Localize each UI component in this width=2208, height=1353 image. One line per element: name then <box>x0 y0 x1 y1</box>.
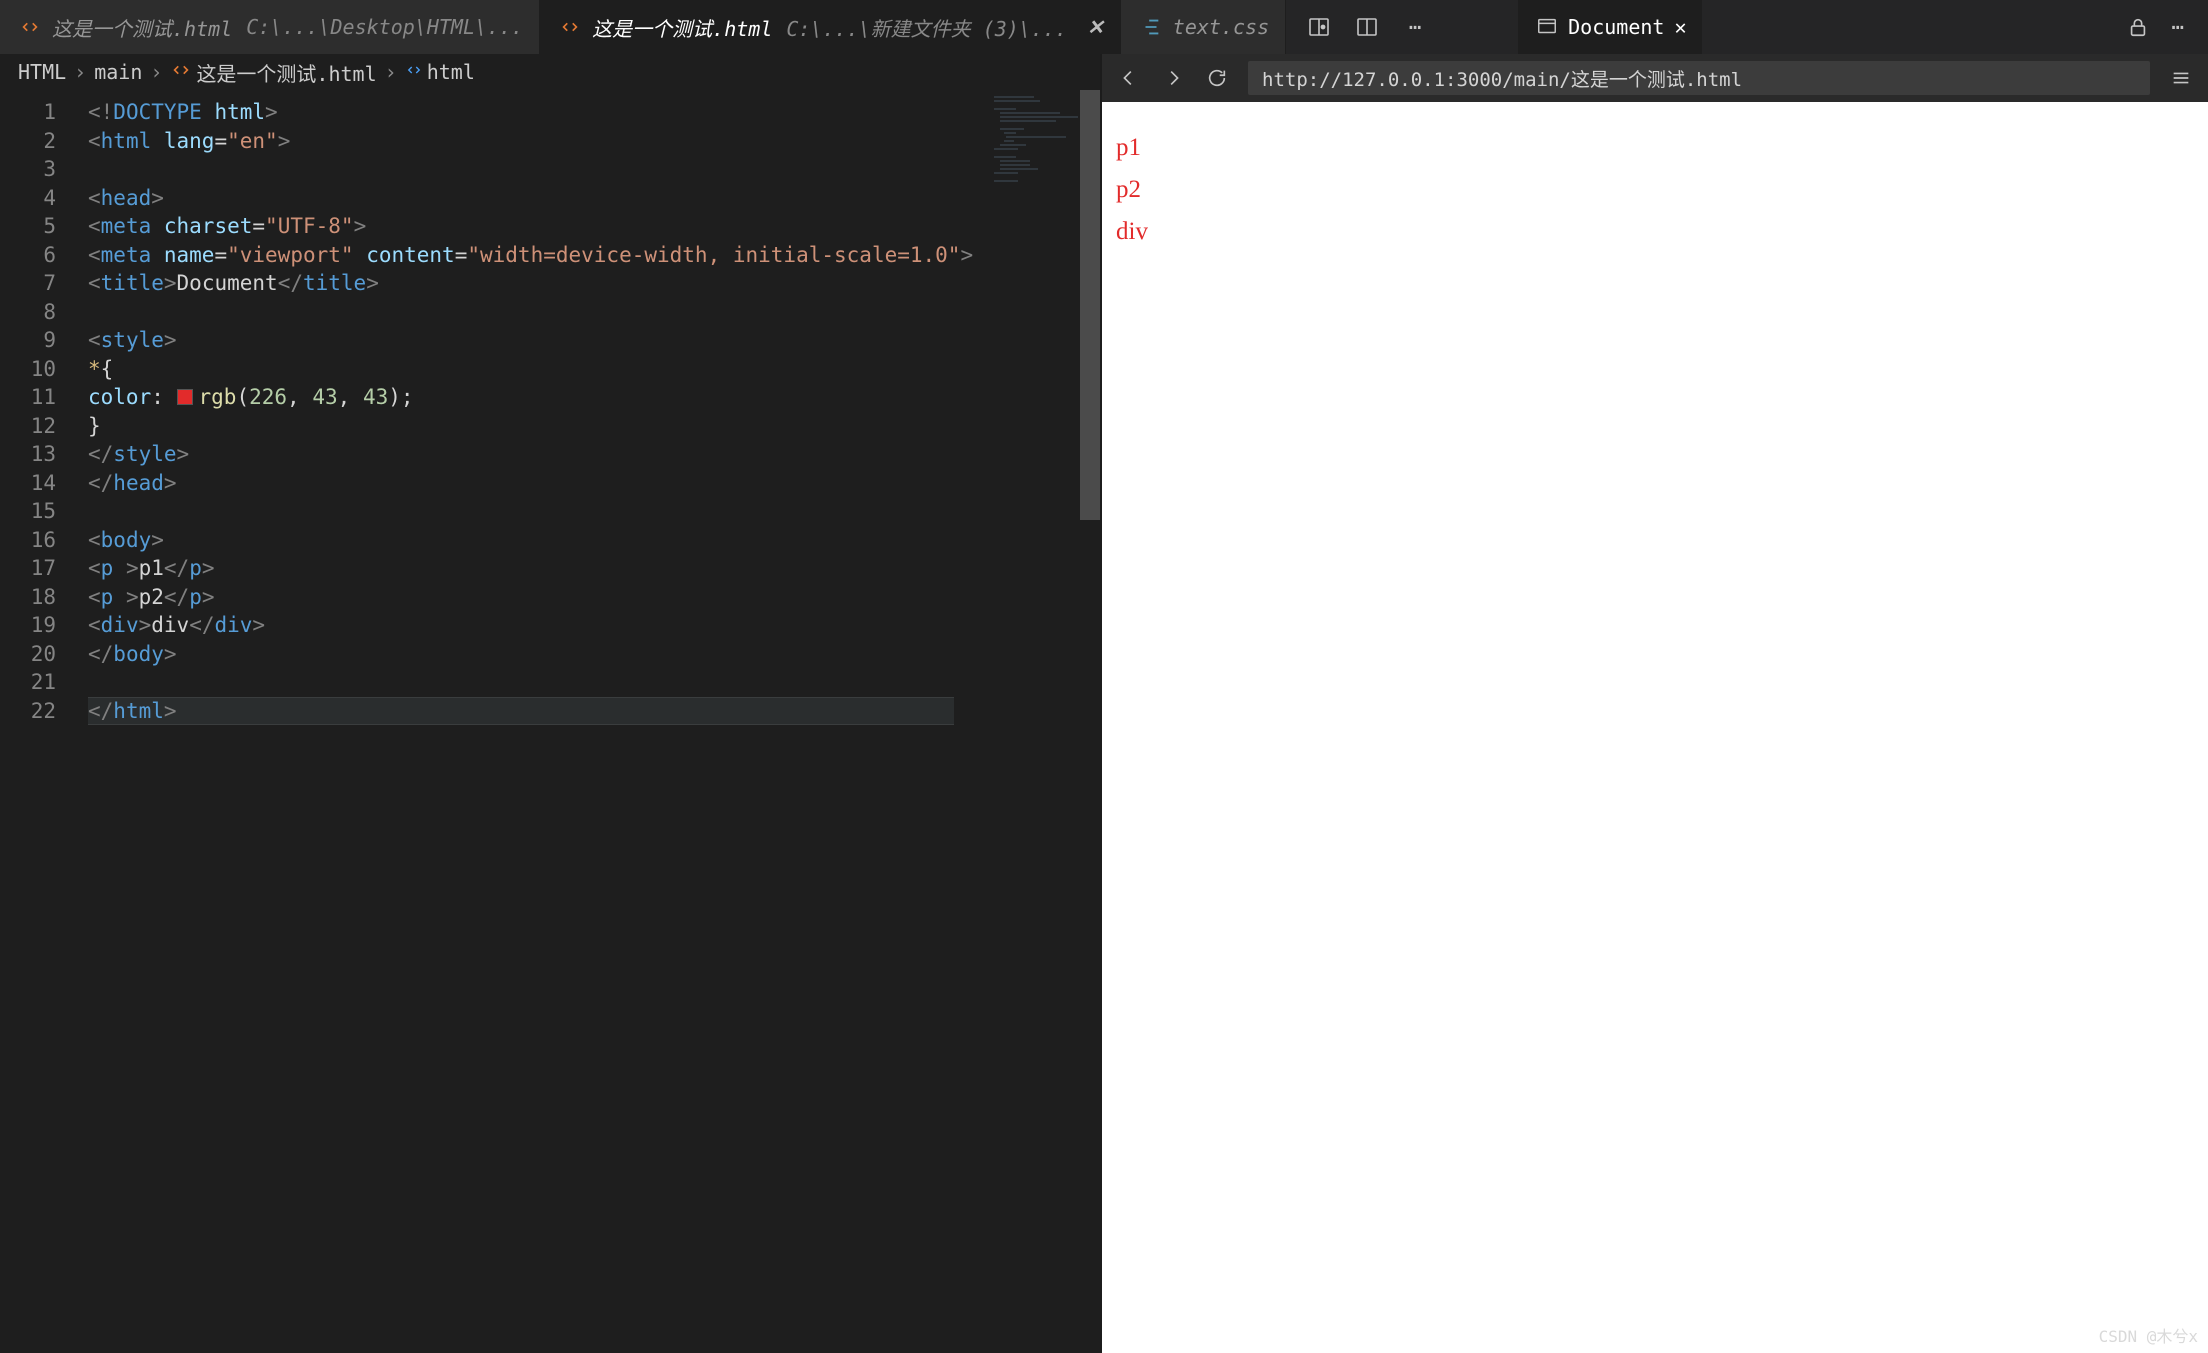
file-html-icon <box>18 16 42 38</box>
tab-path: C:\...\新建文件夹 (3)\... <box>786 13 1067 42</box>
readonly-lock-icon[interactable] <box>2127 16 2149 38</box>
tab-path: C:\...\Desktop\HTML\... <box>246 15 523 39</box>
code-line[interactable]: <body> <box>88 526 984 555</box>
code-line[interactable]: *{ <box>88 355 984 384</box>
code-line[interactable]: } <box>88 412 984 441</box>
breadcrumb-item[interactable]: HTML <box>18 60 66 84</box>
more-icon[interactable]: ⋯ <box>2171 15 2184 39</box>
forward-icon[interactable] <box>1160 67 1186 89</box>
line-numbers: 12345678910111213141516171819202122 <box>0 90 74 1353</box>
html-icon <box>170 59 192 81</box>
address-bar[interactable]: http://127.0.0.1:3000/main/这是一个测试.html <box>1248 61 2150 95</box>
back-icon[interactable] <box>1116 67 1142 89</box>
code-line[interactable]: <meta charset="UTF-8"> <box>88 212 984 241</box>
editor-tab[interactable]: 这是一个测试.html C:\...\Desktop\HTML\... <box>0 0 540 54</box>
preview-panel: http://127.0.0.1:3000/main/这是一个测试.html p… <box>1100 54 2208 1353</box>
split-editor-icon[interactable] <box>1354 14 1380 40</box>
tag-icon <box>405 61 423 79</box>
watermark: CSDN @木兮x <box>2099 1323 2198 1347</box>
code-line[interactable] <box>88 497 984 526</box>
chevron-right-icon: › <box>74 60 86 84</box>
editor-actions: ⋯ <box>1286 0 1448 54</box>
preview-page: p1 p2 div <box>1102 102 2208 1353</box>
tab-bar: 这是一个测试.htmlC:\...\Desktop\HTML\...这是一个测试… <box>0 0 2208 54</box>
preview-tab[interactable]: Document ✕ <box>1518 0 1702 54</box>
editor-tab[interactable]: text.css <box>1121 0 1286 54</box>
editor-panel: HTML › main › 这是一个测试.html › html 1234567891011… <box>0 54 1100 1353</box>
code-line[interactable]: <div>div</div> <box>88 611 984 640</box>
preview-nav: http://127.0.0.1:3000/main/这是一个测试.html <box>1102 54 2208 102</box>
split-preview-icon[interactable] <box>1306 14 1332 40</box>
file-css-icon <box>1139 16 1163 38</box>
code-line[interactable]: <title>Document</title> <box>88 269 984 298</box>
tab-label: text.css <box>1173 15 1269 39</box>
code-line[interactable]: <!DOCTYPE html> <box>88 98 984 127</box>
address-bar-text: http://127.0.0.1:3000/main/这是一个测试.html <box>1262 65 1742 92</box>
code-line[interactable] <box>88 155 984 184</box>
code-line[interactable]: <p >p1</p> <box>88 554 984 583</box>
code-line[interactable]: </style> <box>88 440 984 469</box>
breadcrumb: HTML › main › 这是一个测试.html › html <box>0 54 1100 90</box>
minimap[interactable] <box>984 90 1080 1353</box>
more-actions-icon[interactable]: ⋯ <box>1402 14 1428 40</box>
reload-icon[interactable] <box>1204 67 1230 89</box>
code-line[interactable]: <meta name="viewport" content="width=dev… <box>88 241 984 270</box>
color-swatch-icon <box>177 389 193 405</box>
breadcrumb-item[interactable]: 这是一个测试.html <box>170 58 376 87</box>
tab-label: 这是一个测试.html <box>52 13 232 42</box>
code-line[interactable]: <html lang="en"> <box>88 127 984 156</box>
close-icon[interactable]: ✕ <box>1674 15 1686 39</box>
chevron-right-icon: › <box>150 60 162 84</box>
code-line[interactable] <box>88 668 984 697</box>
code-line[interactable]: </head> <box>88 469 984 498</box>
chevron-right-icon: › <box>385 60 397 84</box>
code-line[interactable]: <style> <box>88 326 984 355</box>
code-line[interactable] <box>88 298 984 327</box>
preview-tab-label: Document <box>1568 15 1664 39</box>
breadcrumb-item[interactable]: html <box>405 60 475 84</box>
code-line[interactable]: </html> <box>88 697 954 726</box>
tab-label: 这是一个测试.html <box>592 13 772 42</box>
close-icon[interactable]: ✕ <box>1087 15 1104 39</box>
editor-tab[interactable]: 这是一个测试.html C:\...\新建文件夹 (3)\... ✕ <box>540 0 1121 54</box>
code-line[interactable]: <p >p2</p> <box>88 583 984 612</box>
preview-p: p2 <box>1116 176 2194 204</box>
preview-menu-icon[interactable] <box>2168 67 2194 89</box>
code-line[interactable]: color: rgb(226, 43, 43); <box>88 383 984 412</box>
preview-icon <box>1536 16 1558 38</box>
editor-scrollbar[interactable] <box>1080 90 1100 1353</box>
breadcrumb-item[interactable]: main <box>94 60 142 84</box>
preview-p: p1 <box>1116 134 2194 162</box>
title-bar-right: ⋯ <box>2127 0 2208 54</box>
code-area[interactable]: <!DOCTYPE html><html lang="en"> <head> <m… <box>74 90 984 1353</box>
preview-div: div <box>1116 218 2194 246</box>
code-line[interactable]: <head> <box>88 184 984 213</box>
file-html-icon <box>558 16 582 38</box>
code-line[interactable]: </body> <box>88 640 984 669</box>
